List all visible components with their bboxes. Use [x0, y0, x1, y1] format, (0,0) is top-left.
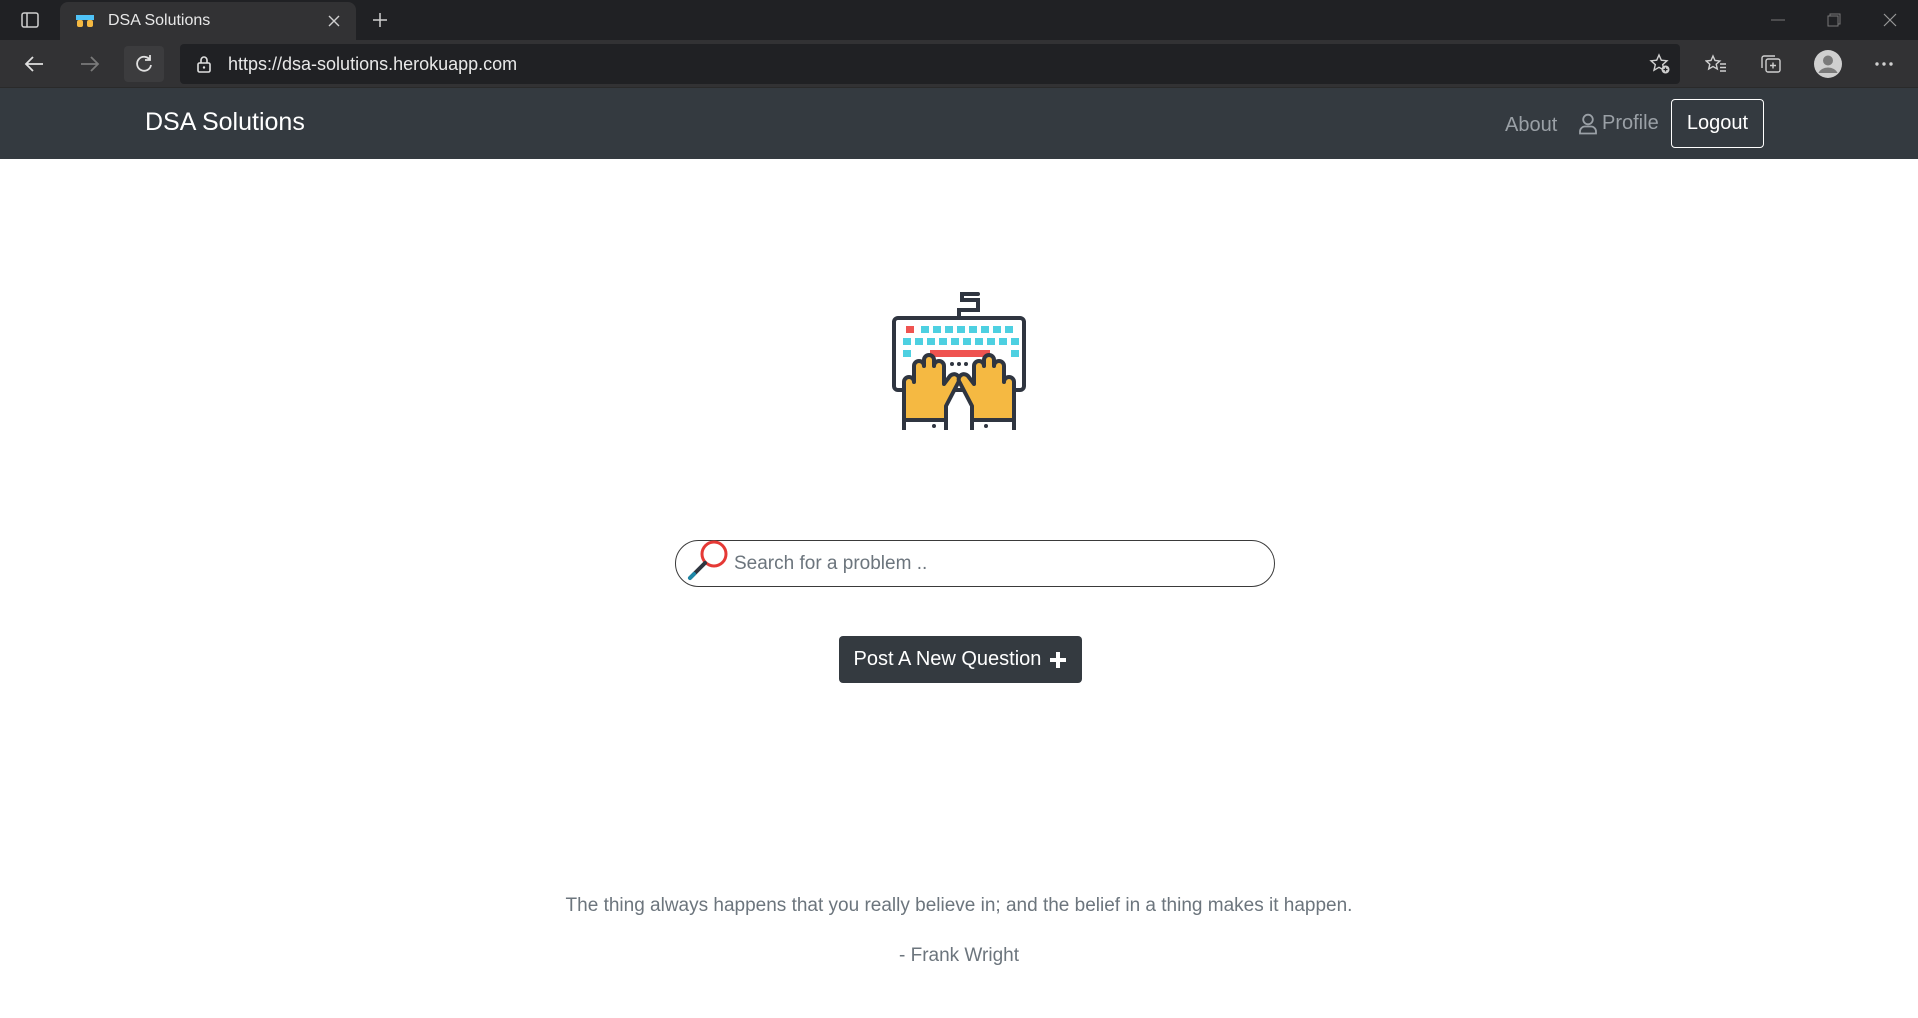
plus-circle-icon — [1050, 651, 1067, 668]
back-icon[interactable] — [14, 46, 54, 82]
quote-author: - Frank Wright — [898, 945, 1019, 966]
profile-avatar-icon[interactable] — [1806, 46, 1850, 82]
nav-profile-label: Profile — [1602, 112, 1659, 134]
lock-icon[interactable] — [180, 44, 228, 84]
user-icon — [1579, 113, 1597, 134]
reload-icon[interactable] — [124, 46, 164, 82]
logout-button[interactable]: Logout — [1671, 99, 1764, 148]
browser-toolbar: https://dsa-solutions.herokuapp.com — [0, 40, 1918, 88]
site-navbar: DSA Solutions About Profile Logout — [0, 88, 1918, 159]
brand-title[interactable]: DSA Solutions — [145, 108, 305, 137]
forward-icon[interactable] — [70, 46, 110, 82]
star-add-icon[interactable] — [1640, 44, 1680, 84]
post-button-label: Post A New Question — [853, 648, 1042, 670]
search-bar[interactable] — [675, 540, 1275, 587]
tab-title: DSA Solutions — [108, 12, 211, 29]
collections-icon[interactable] — [1749, 46, 1793, 82]
browser-tab[interactable]: DSA Solutions — [60, 2, 356, 40]
browser-tab-bar: DSA Solutions — [0, 0, 1918, 40]
search-input[interactable] — [734, 552, 1254, 575]
close-window-icon[interactable] — [1862, 0, 1918, 40]
address-bar[interactable]: https://dsa-solutions.herokuapp.com — [180, 44, 1680, 84]
nav-about-link[interactable]: About — [1505, 114, 1557, 137]
url-text[interactable]: https://dsa-solutions.herokuapp.com — [228, 54, 1640, 75]
restore-icon[interactable] — [1806, 0, 1862, 40]
close-icon[interactable] — [320, 7, 348, 35]
quote-text: The thing always happens that you really… — [565, 895, 1353, 916]
favicon-icon — [74, 12, 96, 30]
sidebar-toggle-icon[interactable] — [14, 8, 46, 32]
keyboard-hands-icon — [892, 292, 1026, 430]
favorites-icon[interactable] — [1694, 46, 1738, 82]
search-icon — [688, 540, 728, 580]
nav-profile-link[interactable]: Profile — [1578, 112, 1659, 135]
post-new-question-button[interactable]: Post A New Question — [839, 636, 1082, 683]
more-icon[interactable] — [1862, 46, 1906, 82]
minimize-icon[interactable] — [1750, 0, 1806, 40]
plus-icon[interactable] — [364, 6, 396, 34]
